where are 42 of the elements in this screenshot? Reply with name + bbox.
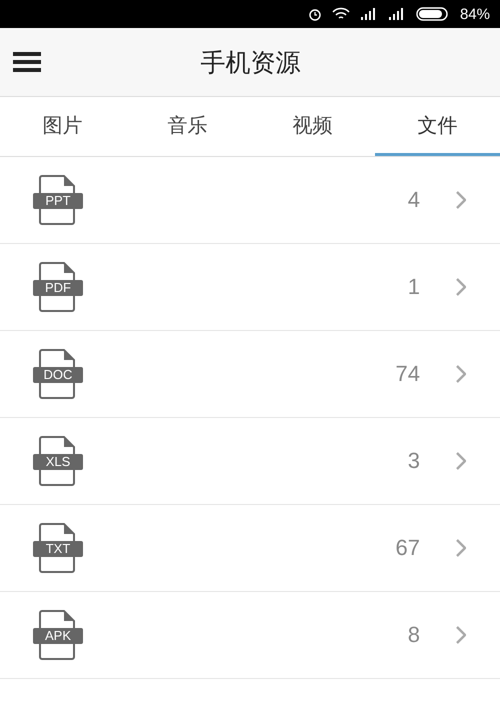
file-icon [32, 348, 84, 400]
file-count: 4 [408, 187, 420, 213]
file-count: 67 [396, 535, 420, 561]
file-count: 8 [408, 622, 420, 648]
chevron-right-icon [456, 452, 466, 470]
tab[interactable]: 文件 [375, 97, 500, 156]
battery-percent: 84% [460, 6, 490, 22]
chevron-right-icon [456, 539, 466, 557]
alarm-icon [308, 7, 322, 21]
file-type-label: APK [44, 628, 72, 644]
page-title: 手机资源 [200, 46, 300, 78]
file-type-label: XLS [44, 454, 72, 470]
signal-icon [388, 8, 406, 20]
chevron-right-icon [456, 191, 466, 209]
file-icon [32, 435, 84, 487]
file-count: 3 [408, 448, 420, 474]
file-type-row[interactable]: DOC 74 [0, 331, 500, 418]
file-count: 1 [408, 274, 420, 300]
file-type-row[interactable]: TXT 67 [0, 505, 500, 592]
file-type-row[interactable]: APK 8 [0, 592, 500, 679]
file-type-row[interactable]: PDF 1 [0, 244, 500, 331]
chevron-right-icon [456, 365, 466, 383]
file-type-row[interactable]: PPT 4 [0, 157, 500, 244]
wifi-icon [332, 7, 350, 21]
tab[interactable]: 视频 [250, 97, 375, 156]
file-type-label: TXT [44, 541, 72, 557]
file-type-row[interactable]: XLS 3 [0, 418, 500, 505]
file-icon [32, 609, 84, 661]
file-type-label: DOC [42, 367, 74, 383]
file-type-label: PDF [44, 280, 72, 296]
file-icon [32, 261, 84, 313]
signal-icon [360, 8, 378, 20]
battery-icon [416, 7, 450, 21]
file-icon [32, 174, 84, 226]
file-icon [32, 522, 84, 574]
chevron-right-icon [456, 626, 466, 644]
tab[interactable]: 图片 [0, 97, 125, 156]
file-count: 74 [396, 361, 420, 387]
menu-icon[interactable] [13, 52, 41, 72]
tab[interactable]: 音乐 [125, 97, 250, 156]
file-type-label: PPT [44, 193, 72, 209]
chevron-right-icon [456, 278, 466, 296]
